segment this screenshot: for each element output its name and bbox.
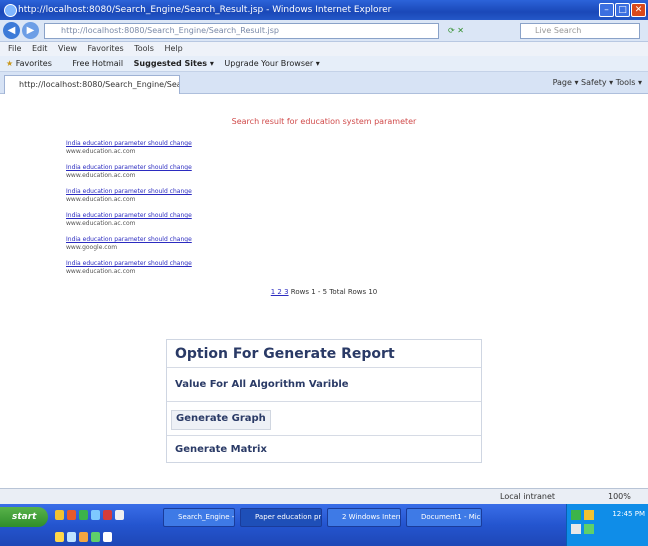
menu-help[interactable]: Help xyxy=(164,44,182,53)
quick-launch-icon[interactable] xyxy=(115,510,124,520)
taskbar-item[interactable]: 2 Windows Internet E... xyxy=(327,508,401,527)
result-url: www.education.ac.com xyxy=(66,220,136,227)
generate-graph-button[interactable]: Generate Graph xyxy=(171,410,271,430)
taskbar-item[interactable]: Search_Engine - NetBe... xyxy=(163,508,235,527)
quick-launch-icon[interactable] xyxy=(67,510,76,520)
window-title-bar: http://localhost:8080/Search_Engine/Sear… xyxy=(0,0,648,20)
report-options-panel: Option For Generate Report Value For All… xyxy=(166,339,482,463)
start-button[interactable]: start xyxy=(0,507,48,527)
address-bar: ◀ ▶ http://localhost:8080/Search_Engine/… xyxy=(0,20,648,42)
result-link[interactable]: India education parameter should change xyxy=(66,187,326,196)
menu-bar: File Edit View Favorites Tools Help xyxy=(0,42,648,56)
algorithm-values-option[interactable]: Value For All Algorithm Varible xyxy=(167,368,481,402)
back-button[interactable]: ◀ xyxy=(3,22,20,39)
quick-launch-icon[interactable] xyxy=(103,532,112,542)
pager-links[interactable]: 1 2 3 xyxy=(271,288,289,296)
result-url: www.education.ac.com xyxy=(66,172,136,179)
tab-bar: http://localhost:8080/Search_Engine/Sear… xyxy=(0,72,648,94)
quick-launch-icon[interactable] xyxy=(67,532,76,542)
zone-indicator: Local intranet xyxy=(500,492,556,501)
fav-item-hotmail[interactable]: Free Hotmail xyxy=(72,59,123,68)
ie-logo-icon xyxy=(4,4,17,17)
result-url: www.education.ac.com xyxy=(66,148,136,155)
quick-launch-icon[interactable] xyxy=(91,532,100,542)
zoom-level[interactable]: 100% xyxy=(608,489,631,504)
result-title: Search result for education system param… xyxy=(231,117,417,126)
quick-launch-icon[interactable] xyxy=(103,510,112,520)
address-input[interactable]: http://localhost:8080/Search_Engine/Sear… xyxy=(44,23,439,39)
generate-graph-row: Generate Graph xyxy=(167,402,481,436)
status-bar: Local intranet 100% xyxy=(0,488,648,504)
pager: 1 2 3 Rows 1 - 5 Total Rows 10 xyxy=(0,288,648,296)
fav-item-upgrade[interactable]: Upgrade Your Browser ▾ xyxy=(224,59,319,68)
refresh-stop-icons[interactable]: ⟳ ✕ xyxy=(448,26,508,36)
generate-matrix-option[interactable]: Generate Matrix xyxy=(167,436,481,463)
taskbar-item[interactable]: Document1 - Microsof... xyxy=(406,508,482,527)
star-icon: ★ xyxy=(6,59,14,68)
favorites-bar: ★ Favorites Free Hotmail Suggested Sites… xyxy=(0,56,648,72)
result-link[interactable]: India education parameter should change xyxy=(66,163,326,172)
command-bar[interactable]: Page ▾ Safety ▾ Tools ▾ xyxy=(553,76,642,90)
menu-tools[interactable]: Tools xyxy=(134,44,154,53)
pager-text: Rows 1 - 5 Total Rows 10 xyxy=(290,288,378,296)
menu-edit[interactable]: Edit xyxy=(32,44,48,53)
quick-launch-icon[interactable] xyxy=(55,532,64,542)
window-title: http://localhost:8080/Search_Engine/Sear… xyxy=(18,5,392,15)
taskbar: start Search_Engine - NetBe... Paper edu… xyxy=(0,504,648,546)
fav-item-suggested[interactable]: Suggested Sites ▾ xyxy=(134,59,214,68)
close-button[interactable]: ✕ xyxy=(631,3,646,17)
system-tray: 12:45 PM xyxy=(566,504,648,546)
result-link[interactable]: India education parameter should change xyxy=(66,259,326,268)
menu-view[interactable]: View xyxy=(58,44,77,53)
report-heading: Option For Generate Report xyxy=(167,340,481,368)
quick-launch-icon[interactable] xyxy=(91,510,100,520)
quick-launch-icon[interactable] xyxy=(55,510,64,520)
minimize-button[interactable]: – xyxy=(599,3,614,17)
search-input[interactable]: Live Search xyxy=(520,23,640,39)
tray-icon[interactable] xyxy=(584,510,594,520)
tray-icon[interactable] xyxy=(571,510,581,520)
taskbar-item[interactable]: Paper education proto... xyxy=(240,508,322,527)
clock[interactable]: 12:45 PM xyxy=(597,504,648,519)
page-content: Search result for education system param… xyxy=(0,95,648,488)
tray-icon[interactable] xyxy=(584,524,594,534)
favorites-button[interactable]: Favorites xyxy=(16,59,52,68)
tab-active[interactable]: http://localhost:8080/Search_Engine/Sear… xyxy=(4,75,180,94)
result-url: www.education.ac.com xyxy=(66,268,136,275)
menu-favorites[interactable]: Favorites xyxy=(88,44,124,53)
menu-file[interactable]: File xyxy=(8,44,21,53)
quick-launch-icon[interactable] xyxy=(79,532,88,542)
result-link[interactable]: India education parameter should change xyxy=(66,139,326,148)
result-link[interactable]: India education parameter should change xyxy=(66,235,326,244)
result-link[interactable]: India education parameter should change xyxy=(66,211,326,220)
tray-icon[interactable] xyxy=(571,524,581,534)
result-url: www.google.com xyxy=(66,244,118,251)
result-url: www.education.ac.com xyxy=(66,196,136,203)
results-list: India education parameter should change … xyxy=(66,139,326,283)
quick-launch-icon[interactable] xyxy=(79,510,88,520)
maximize-button[interactable]: □ xyxy=(615,3,630,17)
forward-button[interactable]: ▶ xyxy=(22,22,39,39)
